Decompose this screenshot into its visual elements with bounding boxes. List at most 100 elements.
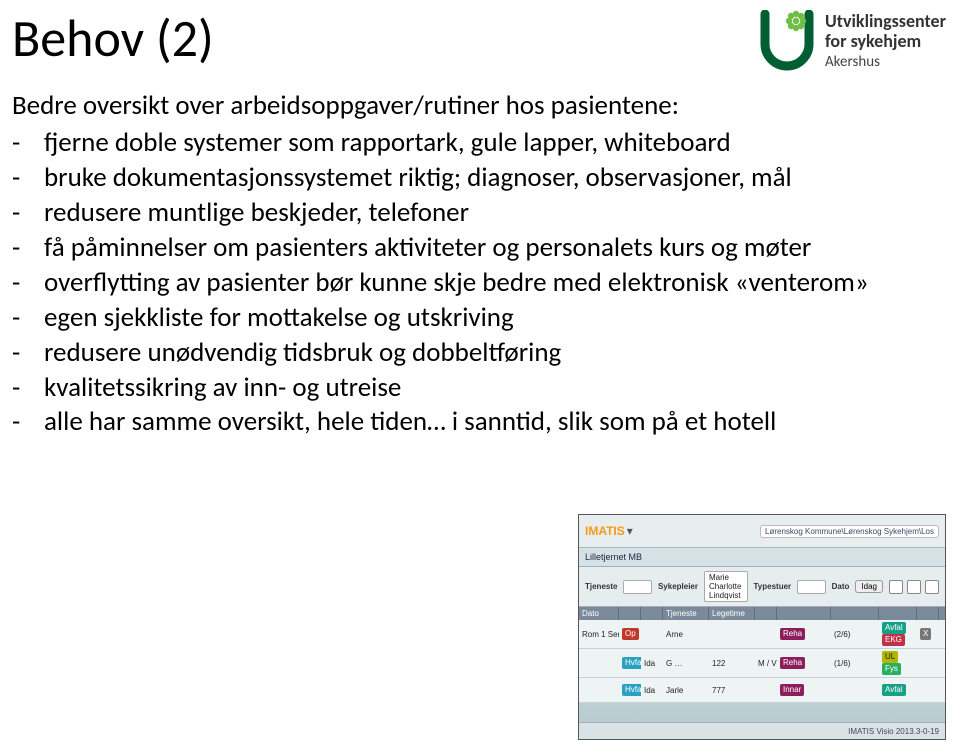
- ss-cell: [641, 632, 663, 636]
- ss-cell: [939, 632, 946, 636]
- ss-today-button[interactable]: Idag: [855, 580, 883, 593]
- bullet-dash: -: [12, 232, 26, 265]
- ss-col-header: Tjeneste: [663, 607, 709, 620]
- ss-filter-row: Tjeneste Sykepleier Marie Charlotte Lind…: [579, 567, 945, 607]
- bullet-item: -kvalitetssikring av inn- og utreise: [12, 372, 942, 405]
- ss-cell: (1/6): [831, 657, 879, 670]
- ss-cell: Arne: [663, 628, 709, 641]
- bullet-item: -få påminnelser om pasienters aktivitete…: [12, 232, 942, 265]
- bullet-item: -redusere muntlige beskjeder, telefoner: [12, 197, 942, 230]
- ss-col-header: Dato: [579, 607, 619, 620]
- ss-table-row[interactable]: HvfallIdaG …122M / VIReha(1/6)ULFys+1:23…: [579, 649, 945, 678]
- bullet-dash: -: [12, 267, 26, 300]
- ss-cell: Rom 1 Seng 1: [579, 628, 619, 641]
- bullet-item: -overflytting av pasienter bør kunne skj…: [12, 267, 942, 300]
- ss-browser-bar: IMATIS▾ Lørenskog Kommune\Lørenskog Syke…: [579, 515, 945, 548]
- ss-cell: X: [917, 626, 939, 642]
- brand-logo: Utviklingssenter for sykehjem Akershus: [759, 10, 946, 72]
- u-logo-icon: [759, 10, 815, 72]
- bullet-text: bruke dokumentasjonssystemet riktig; dia…: [44, 162, 792, 195]
- ss-cell: Avfal: [879, 682, 917, 698]
- ss-table-body: Rom 1 Seng 1OpArneReha(2/6)AvfalEKGX+2:2…: [579, 620, 945, 703]
- bullet-dash: -: [12, 302, 26, 335]
- bullet-dash: -: [12, 406, 26, 439]
- ss-cell: [755, 688, 777, 692]
- ss-statusbar: IMATIS Visio 2013.3-0-19: [579, 722, 945, 739]
- ss-cell: Reha: [777, 655, 831, 671]
- bullet-item: -redusere unødvendig tidsbruk og dobbelt…: [12, 337, 942, 370]
- ss-cell: Hvfall: [619, 682, 641, 698]
- ss-cell: [917, 661, 939, 665]
- ss-cell: [939, 688, 946, 692]
- ss-cell: [939, 661, 946, 665]
- ss-cell: [831, 688, 879, 692]
- ss-cell: [755, 632, 777, 636]
- ss-lbl-tjeneste: Tjeneste: [585, 582, 617, 591]
- content-block: Bedre oversikt over arbeidsoppgaver/ruti…: [12, 90, 942, 441]
- ss-cell: [579, 657, 619, 670]
- bullet-text: redusere muntlige beskjeder, telefoner: [44, 197, 469, 230]
- ss-cell: G …: [663, 657, 709, 670]
- ss-cell: Ida: [641, 657, 663, 670]
- settings-icon[interactable]: [925, 580, 939, 594]
- bullet-item: -alle har samme oversikt, hele tiden… i …: [12, 406, 942, 439]
- ss-col-header: Legetime: [709, 607, 755, 620]
- ss-col-header: [831, 607, 879, 620]
- ss-input[interactable]: [797, 580, 826, 594]
- bullet-dash: -: [12, 197, 26, 230]
- intro-line: Bedre oversikt over arbeidsoppgaver/ruti…: [12, 90, 942, 123]
- logo-line1: Utviklingssenter: [825, 12, 946, 32]
- bullet-item: -bruke dokumentasjonssystemet riktig; di…: [12, 162, 942, 195]
- ss-col-header: [777, 607, 831, 620]
- page-title: Behov (2): [12, 6, 214, 70]
- bullet-list: -fjerne doble systemer som rapportark, g…: [12, 127, 942, 439]
- embedded-screenshot: IMATIS▾ Lørenskog Kommune\Lørenskog Syke…: [578, 514, 946, 740]
- ss-cell: Reha: [777, 626, 831, 642]
- bullet-text: overflytting av pasienter bør kunne skje…: [44, 267, 869, 300]
- bullet-item: -egen sjekkliste for mottakelse og utskr…: [12, 302, 942, 335]
- ss-name-chip[interactable]: Marie Charlotte Lindqvist: [704, 571, 748, 602]
- ss-col-header: [917, 607, 939, 620]
- ss-tab-item: Lørenskog Kommune\Lørenskog Sykehjem\Los: [760, 525, 939, 538]
- logo-line3: Akershus: [825, 54, 946, 71]
- ss-titlebar: Lilletjernet MB: [579, 548, 945, 567]
- ss-cell: AvfalEKG: [879, 620, 917, 648]
- ss-table-row[interactable]: HvfallIdaJarle777 Innar Avfal: [579, 678, 945, 703]
- logo-line2: for sykehjem: [825, 32, 946, 52]
- ss-lbl-typestuer: Typestuer: [754, 582, 792, 591]
- ss-brand: IMATIS▾: [585, 524, 633, 538]
- bullet-text: redusere unødvendig tidsbruk og dobbeltf…: [44, 337, 561, 370]
- ss-cell: ULFys: [879, 649, 917, 677]
- bullet-text: få påminnelser om pasienters aktiviteter…: [44, 232, 811, 265]
- bars-icon[interactable]: [907, 580, 921, 594]
- bullet-dash: -: [12, 162, 26, 195]
- ss-cell: M / VI: [755, 657, 777, 670]
- bullet-item: -fjerne doble systemer som rapportark, g…: [12, 127, 942, 160]
- bullet-dash: -: [12, 127, 26, 160]
- ss-cell: 777: [709, 684, 755, 697]
- ss-table-header: Dato TjenesteLegetime: [579, 607, 945, 620]
- bullet-text: alle har samme oversikt, hele tiden… i s…: [44, 406, 776, 439]
- bullet-text: kvalitetssikring av inn- og utreise: [44, 372, 401, 405]
- ss-cell: Innar: [777, 682, 831, 698]
- ss-cell: Ida: [641, 684, 663, 697]
- ss-cell: [709, 632, 755, 636]
- ss-col-header: [755, 607, 777, 620]
- bullet-dash: -: [12, 337, 26, 370]
- history-icon[interactable]: [889, 580, 903, 594]
- ss-cell: Jarle: [663, 684, 709, 697]
- ss-table-row[interactable]: Rom 1 Seng 1OpArneReha(2/6)AvfalEKGX+2:2…: [579, 620, 945, 649]
- ss-cell: Hvfall: [619, 655, 641, 671]
- ss-input[interactable]: [623, 580, 652, 594]
- ss-cell: Op: [619, 626, 641, 642]
- ss-col-header: [619, 607, 641, 620]
- ss-cell: 122: [709, 657, 755, 670]
- ss-col-header: [939, 607, 946, 620]
- ss-lbl-dato: Dato: [832, 582, 850, 591]
- bullet-dash: -: [12, 372, 26, 405]
- bullet-text: fjerne doble systemer som rapportark, gu…: [44, 127, 731, 160]
- ss-col-header: [641, 607, 663, 620]
- ss-cell: (2/6): [831, 628, 879, 641]
- ss-col-header: [879, 607, 917, 620]
- bullet-text: egen sjekkliste for mottakelse og utskri…: [44, 302, 514, 335]
